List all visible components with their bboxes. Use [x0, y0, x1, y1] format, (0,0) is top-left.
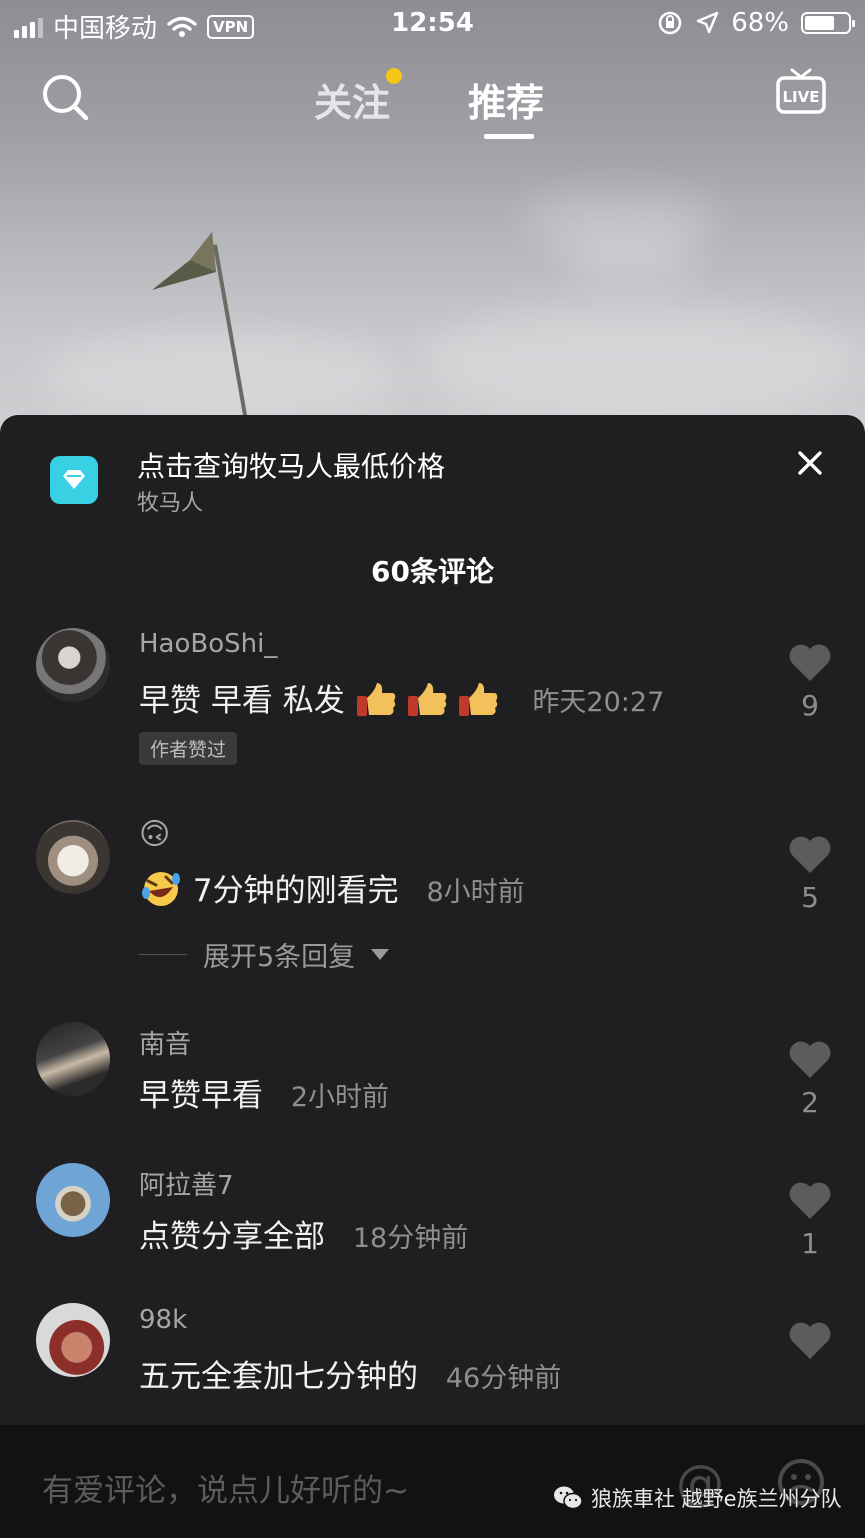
comment-time: 46分钟前 [445, 1363, 562, 1394]
like-button[interactable]: 9 [786, 643, 834, 722]
live-icon[interactable]: LIVE [775, 66, 827, 118]
comment-username[interactable]: HaoBoShi_ [139, 629, 277, 659]
search-icon[interactable] [40, 72, 90, 122]
tab-follow[interactable]: 关注 [314, 68, 403, 127]
ad-title: 点击查询牧马人最低价格 [137, 450, 446, 483]
orientation-lock-icon [658, 11, 682, 35]
avatar[interactable] [36, 1303, 110, 1377]
comment-text[interactable]: 7分钟的刚看完 8小时前 [139, 865, 525, 917]
comment-sheet: 点击查询牧马人最低价格 牧马人 60条评论 HaoBoShi_ 早赞 早看 私发 [0, 415, 865, 1538]
ad-subtitle: 牧马人 [137, 491, 204, 516]
expand-replies-label: 展开5条回复 [203, 942, 356, 973]
comment-text[interactable]: 早赞早看 2小时前 [139, 1070, 389, 1115]
comment-input[interactable]: 有爱评论，说点儿好听的~ [42, 1465, 409, 1510]
comment-input-bar: 有爱评论，说点儿好听的~ @ 狼族車社 越野e族兰州分队 [0, 1425, 865, 1538]
comment-text[interactable]: 早赞 早看 私发 昨天20:27 [139, 675, 664, 727]
comment-username[interactable]: 阿拉善7 [139, 1165, 234, 1202]
heart-icon [789, 1322, 831, 1359]
watermark-text: 狼族車社 越野e族兰州分队 [591, 1487, 842, 1511]
battery-icon [801, 12, 855, 34]
chevron-down-icon [371, 949, 390, 960]
heart-icon [789, 836, 831, 873]
like-count: 2 [801, 1086, 819, 1119]
tab-follow-label: 关注 [314, 81, 391, 125]
like-count: 9 [801, 689, 819, 722]
flag-image [152, 232, 216, 290]
comment-body: 点赞分享全部 [139, 1219, 325, 1255]
comment-body: 早赞早看 [139, 1078, 263, 1114]
comment-body: 早赞 早看 私发 [139, 683, 345, 719]
close-icon[interactable] [795, 448, 825, 478]
ad-banner[interactable]: 点击查询牧马人最低价格 牧马人 [0, 415, 865, 525]
heart-icon [789, 1182, 831, 1219]
active-tab-indicator [484, 134, 534, 139]
avatar[interactable] [36, 628, 110, 702]
comment-username[interactable]: 98k [139, 1305, 187, 1335]
heart-icon [789, 1041, 831, 1078]
author-liked-badge: 作者赞过 [139, 732, 238, 765]
like-button[interactable]: 5 [786, 835, 834, 914]
live-icon-text: LIVE [783, 88, 820, 106]
like-button[interactable] [786, 1321, 834, 1367]
like-button[interactable]: 2 [786, 1040, 834, 1119]
battery-percent: 68% [731, 8, 789, 38]
avatar[interactable] [36, 820, 110, 894]
comment-text[interactable]: 五元全套加七分钟的 46分钟前 [139, 1351, 561, 1396]
comment-text[interactable]: 点赞分享全部 18分钟前 [139, 1211, 468, 1256]
status-bar: 中国移动 VPN 12:54 68% [0, 0, 865, 48]
wechat-watermark: 狼族車社 越野e族兰州分队 [553, 1483, 842, 1513]
comment-username[interactable]: 🙃 [139, 817, 170, 852]
comment-time: 2小时前 [290, 1082, 390, 1113]
top-navigation: 关注 推荐 LIVE [0, 60, 865, 140]
comment-time: 18分钟前 [352, 1223, 469, 1254]
expand-replies-button[interactable]: 展开5条回复 [139, 935, 390, 974]
wechat-icon [554, 1486, 583, 1510]
comment-body: 7分钟的刚看完 [192, 873, 399, 909]
avatar[interactable] [36, 1163, 110, 1237]
comment-time: 8小时前 [426, 877, 525, 908]
like-button[interactable]: 1 [786, 1181, 834, 1260]
comment-count: 60条评论 [371, 555, 494, 588]
tab-recommend[interactable]: 推荐 [468, 72, 545, 139]
comment-username[interactable]: 南音 [139, 1024, 191, 1061]
heart-icon [789, 644, 831, 681]
like-count: 1 [801, 1227, 819, 1260]
location-icon [697, 11, 719, 34]
thumbs-up-emoji-icon [355, 679, 505, 727]
comment-time: 昨天20:27 [532, 687, 665, 718]
avatar[interactable] [36, 1022, 110, 1096]
tab-recommend-label: 推荐 [468, 81, 545, 125]
notification-dot [386, 68, 403, 84]
divider [139, 954, 187, 955]
rolling-laughing-emoji-icon [139, 869, 183, 917]
comment-body: 五元全套加七分钟的 [139, 1359, 418, 1395]
like-count: 5 [801, 881, 819, 914]
diamond-icon [50, 456, 98, 504]
